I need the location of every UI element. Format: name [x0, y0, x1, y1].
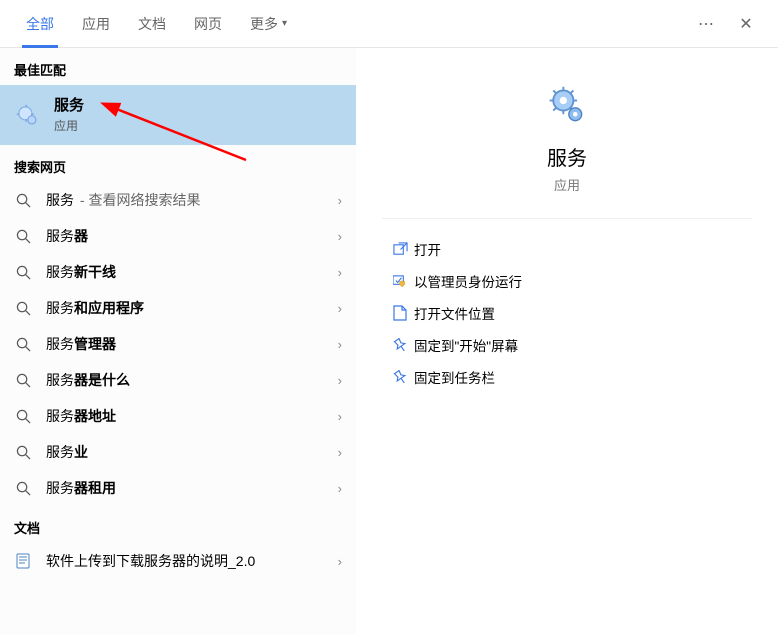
search-icon: [14, 265, 32, 280]
web-result-text: 服务管理器: [46, 334, 338, 354]
search-icon: [14, 481, 32, 496]
document-icon: [14, 553, 32, 569]
search-icon: [14, 337, 32, 352]
tab-all[interactable]: 全部: [12, 0, 68, 48]
search-icon: [14, 373, 32, 388]
action-pin-taskbar-label: 固定到任务栏: [414, 367, 495, 387]
action-run-admin-label: 以管理员身份运行: [414, 271, 522, 291]
web-result-text: 服务新干线: [46, 262, 338, 282]
web-result-text: 服务器: [46, 226, 338, 246]
shield-run-icon: [386, 274, 414, 289]
action-open-location[interactable]: 打开文件位置: [382, 297, 752, 329]
search-icon: [14, 193, 32, 208]
close-button[interactable]: ✕: [726, 4, 766, 44]
doc-result-item[interactable]: 软件上传到下载服务器的说明_2.0›: [0, 543, 356, 579]
action-pin-start[interactable]: 固定到"开始"屏幕: [382, 329, 752, 361]
web-result-text: 服务 - 查看网络搜索结果: [46, 190, 338, 210]
search-icon: [14, 445, 32, 460]
close-icon: ✕: [739, 14, 752, 34]
tab-web[interactable]: 网页: [180, 0, 236, 48]
chevron-right-icon: ›: [338, 265, 342, 280]
tab-more[interactable]: 更多 ▾: [236, 0, 301, 48]
preview-subtitle: 应用: [382, 175, 752, 194]
section-web-title: 搜索网页: [0, 145, 356, 182]
web-result-item[interactable]: 服务新干线›: [0, 254, 356, 290]
pin-icon: [386, 370, 414, 385]
action-open-location-label: 打开文件位置: [414, 303, 495, 323]
ellipsis-icon: ⋯: [698, 14, 714, 34]
tab-docs[interactable]: 文档: [124, 0, 180, 48]
tab-apps[interactable]: 应用: [68, 0, 124, 48]
action-run-admin[interactable]: 以管理员身份运行: [382, 265, 752, 297]
tab-more-label: 更多: [250, 14, 278, 34]
section-best-match-title: 最佳匹配: [0, 48, 356, 85]
web-result-text: 服务和应用程序: [46, 298, 338, 318]
web-result-item[interactable]: 服务器是什么›: [0, 362, 356, 398]
chevron-right-icon: ›: [338, 373, 342, 388]
doc-result-text: 软件上传到下载服务器的说明_2.0: [46, 551, 338, 571]
web-result-item[interactable]: 服务 - 查看网络搜索结果›: [0, 182, 356, 218]
web-result-item[interactable]: 服务器地址›: [0, 398, 356, 434]
more-options-button[interactable]: ⋯: [686, 4, 726, 44]
web-result-item[interactable]: 服务和应用程序›: [0, 290, 356, 326]
file-location-icon: [386, 305, 414, 321]
best-match-subtitle: 应用: [54, 117, 84, 134]
web-result-item[interactable]: 服务器›: [0, 218, 356, 254]
tab-bar: 全部 应用 文档 网页 更多 ▾ ⋯ ✕: [0, 0, 778, 48]
tab-web-label: 网页: [194, 14, 222, 34]
chevron-right-icon: ›: [338, 193, 342, 208]
search-icon: [14, 229, 32, 244]
chevron-down-icon: ▾: [282, 18, 287, 29]
action-open-label: 打开: [414, 239, 441, 259]
preview-title: 服务: [382, 142, 752, 171]
web-result-text: 服务业: [46, 442, 338, 462]
tab-apps-label: 应用: [82, 14, 110, 34]
preview-panel: 服务 应用 打开 以管理员身份运行 打开文件位置 固定到"开始"屏幕: [356, 48, 778, 634]
open-icon: [386, 242, 414, 257]
web-result-text: 服务器租用: [46, 478, 338, 498]
pin-icon: [386, 338, 414, 353]
web-result-item[interactable]: 服务管理器›: [0, 326, 356, 362]
tab-docs-label: 文档: [138, 14, 166, 34]
chevron-right-icon: ›: [338, 301, 342, 316]
web-result-text: 服务器地址: [46, 406, 338, 426]
best-match-item[interactable]: 服务 应用: [0, 85, 356, 145]
tab-all-label: 全部: [26, 14, 54, 34]
services-icon-large: [545, 84, 589, 128]
chevron-right-icon: ›: [338, 337, 342, 352]
chevron-right-icon: ›: [338, 445, 342, 460]
web-result-text: 服务器是什么: [46, 370, 338, 390]
chevron-right-icon: ›: [338, 481, 342, 496]
web-result-item[interactable]: 服务业›: [0, 434, 356, 470]
search-icon: [14, 409, 32, 424]
search-icon: [14, 301, 32, 316]
best-match-title: 服务: [54, 97, 84, 115]
section-docs-title: 文档: [0, 506, 356, 543]
results-panel: 最佳匹配 服务 应用 搜索网页 服务 - 查看网络搜索结果›服务器›服务新干线›…: [0, 48, 356, 634]
chevron-right-icon: ›: [338, 409, 342, 424]
services-icon: [14, 102, 40, 128]
action-open[interactable]: 打开: [382, 233, 752, 265]
chevron-right-icon: ›: [338, 554, 342, 569]
web-result-item[interactable]: 服务器租用›: [0, 470, 356, 506]
action-pin-start-label: 固定到"开始"屏幕: [414, 335, 518, 355]
chevron-right-icon: ›: [338, 229, 342, 244]
action-pin-taskbar[interactable]: 固定到任务栏: [382, 361, 752, 393]
